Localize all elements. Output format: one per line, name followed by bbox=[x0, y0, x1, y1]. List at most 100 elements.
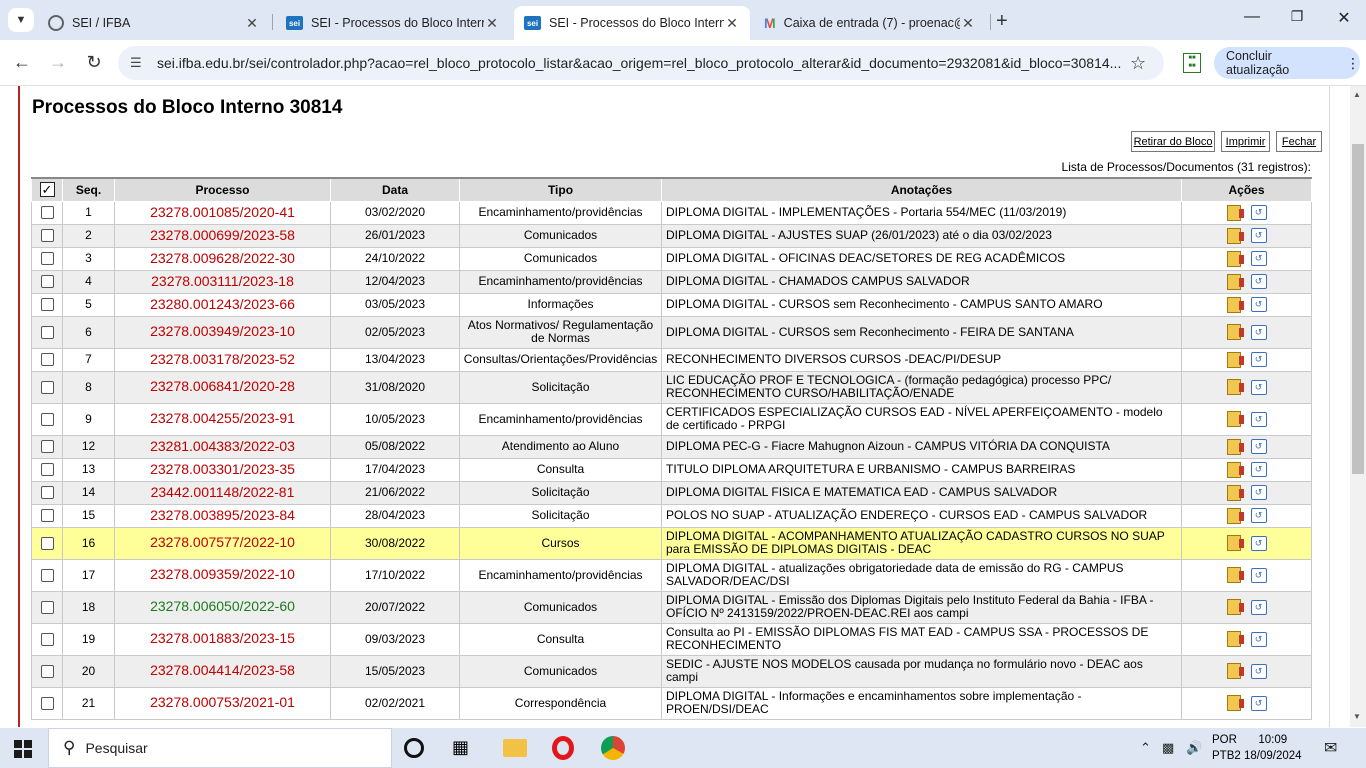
remove-process-icon[interactable]: ↺ bbox=[1250, 324, 1267, 340]
remove-process-icon[interactable]: ↺ bbox=[1250, 379, 1267, 395]
volume-icon[interactable]: 🔊 bbox=[1186, 740, 1202, 756]
process-link[interactable]: 23278.009359/2022-10 bbox=[150, 566, 295, 582]
annotation-icon[interactable] bbox=[1226, 250, 1244, 267]
process-link[interactable]: 23278.001085/2020-41 bbox=[150, 204, 295, 220]
update-button[interactable]: Concluir atualização ⋮ bbox=[1214, 47, 1360, 79]
remove-process-icon[interactable]: ↺ bbox=[1250, 567, 1267, 583]
annotation-icon[interactable] bbox=[1226, 273, 1244, 290]
close-tab-icon[interactable]: ✕ bbox=[724, 15, 740, 32]
cortana-icon[interactable] bbox=[404, 738, 424, 758]
row-checkbox[interactable] bbox=[40, 632, 54, 646]
close-tab-icon[interactable]: ✕ bbox=[484, 15, 500, 32]
remove-process-icon[interactable]: ↺ bbox=[1250, 535, 1267, 551]
row-checkbox[interactable] bbox=[40, 252, 54, 266]
annotation-icon[interactable] bbox=[1226, 663, 1244, 679]
remove-process-icon[interactable]: ↺ bbox=[1250, 508, 1267, 523]
page-scrollbar[interactable]: ▲ ▼ bbox=[1350, 86, 1366, 727]
annotation-icon[interactable] bbox=[1226, 379, 1244, 395]
row-checkbox[interactable] bbox=[40, 440, 54, 454]
remove-process-icon[interactable]: ↺ bbox=[1250, 695, 1267, 711]
language-indicator[interactable]: POR PTB2 bbox=[1212, 732, 1241, 764]
taskbar-search[interactable]: ⚲ Pesquisar bbox=[48, 728, 392, 768]
remove-process-icon[interactable]: ↺ bbox=[1250, 599, 1267, 615]
windows-start-icon[interactable] bbox=[14, 740, 32, 758]
scroll-down-icon[interactable]: ▼ bbox=[1353, 712, 1361, 721]
chrome-icon[interactable] bbox=[601, 736, 625, 760]
annotation-icon[interactable] bbox=[1226, 204, 1244, 221]
print-button[interactable]: Imprimir bbox=[1221, 131, 1270, 152]
url-text[interactable]: sei.ifba.edu.br/sei/controlador.php?acao… bbox=[157, 55, 1130, 71]
column-header-processo[interactable]: Processo bbox=[114, 177, 331, 202]
network-icon[interactable]: ▩ bbox=[1162, 740, 1174, 756]
column-header-seq[interactable]: Seq. bbox=[62, 177, 115, 202]
close-tab-icon[interactable]: ✕ bbox=[960, 15, 976, 32]
minimize-icon[interactable]: — bbox=[1242, 8, 1262, 26]
row-checkbox[interactable] bbox=[40, 275, 54, 289]
annotation-icon[interactable] bbox=[1226, 535, 1244, 551]
row-checkbox[interactable] bbox=[40, 229, 54, 243]
notifications-icon[interactable]: ✉ bbox=[1324, 738, 1337, 758]
process-link[interactable]: 23278.003895/2023-84 bbox=[150, 507, 295, 523]
remove-process-icon[interactable]: ↺ bbox=[1250, 228, 1267, 243]
annotation-icon[interactable] bbox=[1226, 296, 1244, 313]
process-link[interactable]: 23278.007577/2022-10 bbox=[150, 534, 295, 550]
process-link[interactable]: 23278.009628/2022-30 bbox=[150, 250, 295, 266]
process-link[interactable]: 23278.000699/2023-58 bbox=[150, 227, 295, 243]
select-all-checkbox[interactable]: ✓ bbox=[39, 182, 55, 198]
remove-process-icon[interactable]: ↺ bbox=[1250, 205, 1267, 220]
tab-sei-ifba[interactable]: SEI / IFBA ✕ bbox=[38, 6, 270, 40]
menu-dots-icon[interactable]: ⋮ bbox=[1346, 55, 1360, 72]
annotation-icon[interactable] bbox=[1226, 484, 1244, 501]
remove-process-icon[interactable]: ↺ bbox=[1250, 663, 1267, 679]
process-link[interactable]: 23278.004414/2023-58 bbox=[150, 662, 295, 678]
row-checkbox[interactable] bbox=[40, 486, 54, 500]
row-checkbox[interactable] bbox=[40, 325, 54, 339]
remove-process-icon[interactable]: ↺ bbox=[1250, 297, 1267, 312]
address-bar[interactable]: ☰ sei.ifba.edu.br/sei/controlador.php?ac… bbox=[118, 46, 1164, 80]
row-checkbox[interactable] bbox=[40, 664, 54, 678]
column-header-anotacoes[interactable]: Anotações bbox=[661, 177, 1182, 202]
window-close-icon[interactable]: ✕ bbox=[1334, 8, 1354, 28]
row-checkbox[interactable] bbox=[40, 696, 54, 710]
annotation-icon[interactable] bbox=[1226, 324, 1244, 340]
reload-icon[interactable]: ↻ bbox=[83, 52, 105, 73]
scrollbar-thumb[interactable] bbox=[1352, 144, 1364, 474]
annotation-icon[interactable] bbox=[1226, 411, 1244, 427]
tab-sei-processos-1[interactable]: sei SEI - Processos do Bloco Interno ✕ bbox=[276, 6, 510, 40]
row-checkbox[interactable] bbox=[40, 536, 54, 550]
process-link[interactable]: 23278.000753/2021-01 bbox=[150, 694, 295, 710]
remove-process-icon[interactable]: ↺ bbox=[1250, 631, 1267, 647]
process-link[interactable]: 23278.003178/2023-52 bbox=[150, 351, 295, 367]
row-checkbox[interactable] bbox=[40, 206, 54, 220]
remove-process-icon[interactable]: ↺ bbox=[1250, 352, 1267, 367]
system-clock[interactable]: 10:09 18/09/2024 bbox=[1244, 732, 1302, 764]
remove-process-icon[interactable]: ↺ bbox=[1250, 462, 1267, 477]
row-checkbox[interactable] bbox=[40, 298, 54, 312]
process-link[interactable]: 23442.001148/2022-81 bbox=[151, 484, 295, 500]
process-link[interactable]: 23278.003949/2023-10 bbox=[150, 323, 295, 339]
forward-icon[interactable]: → bbox=[47, 52, 69, 73]
opera-icon[interactable] bbox=[552, 736, 574, 760]
annotation-icon[interactable] bbox=[1226, 567, 1244, 583]
row-checkbox[interactable] bbox=[40, 463, 54, 477]
remove-from-block-button[interactable]: Retirar do Bloco bbox=[1131, 131, 1215, 152]
row-checkbox[interactable] bbox=[40, 509, 54, 523]
bookmark-star-icon[interactable]: ☆ bbox=[1130, 53, 1152, 74]
remove-process-icon[interactable]: ↺ bbox=[1250, 411, 1267, 427]
scroll-up-icon[interactable]: ▲ bbox=[1353, 90, 1361, 99]
annotation-icon[interactable] bbox=[1226, 461, 1244, 478]
task-view-icon[interactable]: ▦ bbox=[452, 737, 476, 761]
row-checkbox[interactable] bbox=[40, 568, 54, 582]
process-link[interactable]: 23280.001243/2023-66 bbox=[150, 296, 295, 312]
remove-process-icon[interactable]: ↺ bbox=[1250, 251, 1267, 266]
ifba-extension-icon[interactable]: ■■ ■■ bbox=[1183, 53, 1201, 73]
process-link[interactable]: 23278.001883/2023-15 bbox=[150, 630, 295, 646]
annotation-icon[interactable] bbox=[1226, 227, 1244, 244]
annotation-icon[interactable] bbox=[1226, 695, 1244, 711]
process-link[interactable]: 23278.004255/2023-91 bbox=[150, 410, 295, 426]
process-link[interactable]: 23278.006841/2020-28 bbox=[150, 378, 295, 394]
new-tab-icon[interactable]: + bbox=[996, 10, 1008, 33]
back-icon[interactable]: ← bbox=[11, 52, 33, 73]
show-hidden-icons-icon[interactable]: ⌃ bbox=[1140, 740, 1151, 756]
close-button[interactable]: Fechar bbox=[1276, 131, 1322, 152]
